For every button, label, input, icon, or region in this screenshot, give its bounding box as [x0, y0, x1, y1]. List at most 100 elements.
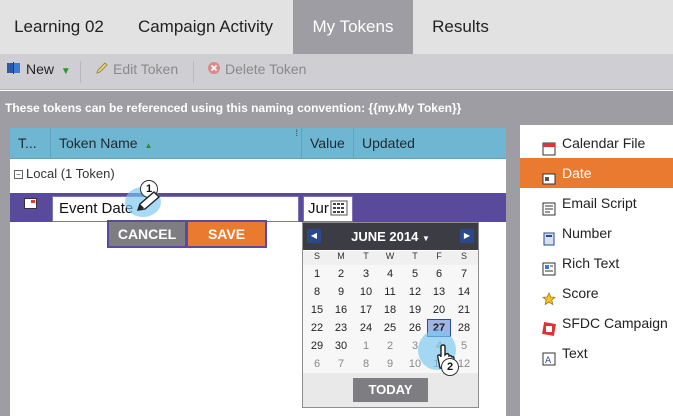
column-token-name-label: Token Name [59, 135, 138, 151]
calendar-day[interactable]: 28 [452, 319, 476, 337]
tab-results[interactable]: Results [413, 0, 508, 54]
group-label: Local (1 Token) [26, 166, 115, 181]
calendar-day[interactable]: 6 [305, 355, 329, 373]
month-dropdown-icon: ▼ [421, 234, 430, 243]
calendar-picker-icon[interactable] [330, 200, 348, 216]
save-button[interactable]: SAVE [188, 222, 265, 246]
rich-text-icon [542, 256, 556, 276]
token-type-label: Calendar File [562, 135, 646, 151]
toolbar-divider [193, 61, 194, 83]
column-value[interactable]: Value [302, 128, 354, 159]
prev-month-icon[interactable]: ◀ [307, 229, 321, 243]
step-callout-2: 2 [441, 358, 459, 376]
column-token-name[interactable]: Token Name ▲ ⁞ [51, 128, 302, 159]
calendar-day[interactable]: 2 [329, 265, 353, 283]
edit-token-label: Edit Token [113, 61, 179, 77]
delete-icon [207, 55, 221, 85]
calendar-day[interactable]: 21 [452, 301, 476, 319]
token-type-label: Number [562, 225, 612, 241]
token-type-email-script[interactable]: Email Script [520, 188, 673, 218]
calendar-day[interactable]: 2 [378, 337, 402, 355]
token-type-date[interactable]: Date [520, 158, 673, 188]
calendar-day[interactable]: 25 [378, 319, 402, 337]
tab-campaign-activity[interactable]: Campaign Activity [118, 0, 293, 54]
new-button[interactable]: New ▼ [6, 54, 71, 90]
calendar-day[interactable]: 8 [305, 283, 329, 301]
calendar-week: 15 16 17 18 19 20 21 [303, 301, 478, 319]
calendar-day[interactable]: 30 [329, 337, 353, 355]
weekday-header: S M T W T F S [303, 251, 478, 265]
calendar-day[interactable]: 4 [378, 265, 402, 283]
calendar-day[interactable]: 10 [354, 283, 378, 301]
token-type-label: SFDC Campaign [562, 315, 668, 331]
calendar-day[interactable]: 11 [378, 283, 402, 301]
tab-my-tokens[interactable]: My Tokens [293, 0, 413, 54]
token-type-rich-text[interactable]: Rich Text [520, 248, 673, 278]
calendar-day[interactable]: 23 [329, 319, 353, 337]
calendar-day[interactable]: 9 [329, 283, 353, 301]
token-type-label: Rich Text [562, 255, 620, 271]
calendar-week: 1234567 [303, 265, 478, 283]
edit-token-button[interactable]: Edit Token [95, 54, 178, 90]
calendar-day[interactable]: 24 [354, 319, 378, 337]
calendar-day[interactable]: 3 [354, 265, 378, 283]
weekday-label: T [363, 251, 369, 261]
calendar-day[interactable]: 12 [403, 283, 427, 301]
calendar-day[interactable]: 8 [354, 355, 378, 373]
calendar-day[interactable]: 15 [305, 301, 329, 319]
token-type-sfdc-campaign[interactable]: SFDC Campaign [520, 308, 673, 338]
score-icon [541, 286, 557, 306]
calendar-day[interactable]: 20 [427, 301, 451, 319]
token-type-text[interactable]: A Text [520, 338, 673, 368]
calendar-day[interactable]: 9 [378, 355, 402, 373]
tab-learning-02[interactable]: Learning 02 [0, 0, 118, 54]
calendar-day[interactable]: 14 [452, 283, 476, 301]
token-type-list: Calendar File Date Email Script Number Rich … [520, 125, 673, 416]
dropdown-arrow-icon: ▼ [60, 66, 71, 77]
calendar-day[interactable]: 19 [403, 301, 427, 319]
token-type-score[interactable]: Score [520, 278, 673, 308]
calendar-day[interactable]: 7 [452, 265, 476, 283]
token-type-number[interactable]: Number [520, 218, 673, 248]
weekday-label: M [337, 251, 345, 261]
pencil-cursor-icon [136, 190, 162, 217]
calendar-day[interactable]: 5 [403, 265, 427, 283]
delete-token-button[interactable]: Delete Token [207, 54, 306, 90]
token-name-input[interactable]: Event Date [52, 196, 299, 222]
toolbar-divider [80, 61, 81, 83]
month-selector[interactable]: JUNE 2014 ▼ [323, 223, 458, 250]
date-picker-header: ◀ JUNE 2014 ▼ ▶ [303, 223, 478, 250]
group-row-local[interactable]: − Local (1 Token) [10, 160, 506, 188]
calendar-day[interactable]: 16 [329, 301, 353, 319]
collapse-icon[interactable]: − [14, 170, 23, 180]
weekday-label: S [460, 251, 467, 261]
date-picker: ◀ JUNE 2014 ▼ ▶ S M T W T F S 1234567891… [302, 222, 479, 408]
calendar-day[interactable]: 1 [305, 265, 329, 283]
calendar-day[interactable]: 22 [305, 319, 329, 337]
column-resize-grip-icon[interactable]: ⁞ [295, 118, 298, 149]
date-token-icon [24, 198, 37, 209]
calendar-week: 22 23 24 25 26 27 28 [303, 319, 478, 337]
column-updated[interactable]: Updated [354, 128, 506, 159]
sort-ascending-icon: ▲ [144, 141, 153, 150]
calendar-day[interactable]: 6 [427, 265, 451, 283]
column-type[interactable]: T... [10, 128, 51, 159]
calendar-day[interactable]: 29 [305, 337, 329, 355]
book-icon [6, 55, 22, 85]
calendar-day[interactable]: 18 [378, 301, 402, 319]
token-type-label: Score [562, 285, 599, 301]
grid-header: T... Token Name ▲ ⁞ Value Updated [10, 128, 506, 159]
token-type-calendar-file[interactable]: Calendar File [520, 128, 673, 158]
calendar-day[interactable]: 7 [329, 355, 353, 373]
cancel-button[interactable]: CANCEL [109, 222, 185, 246]
calendar-day[interactable]: 13 [427, 283, 451, 301]
today-button[interactable]: TODAY [353, 378, 428, 402]
calendar-day[interactable]: 17 [354, 301, 378, 319]
calendar-day[interactable]: 1 [354, 337, 378, 355]
toolbar: New ▼ Edit Token Delete Token [0, 54, 673, 90]
token-type-label: Date [562, 165, 592, 181]
next-month-icon[interactable]: ▶ [460, 229, 474, 243]
delete-token-label: Delete Token [225, 61, 307, 77]
weekday-label: T [412, 251, 418, 261]
month-title: JUNE 2014 [351, 229, 419, 244]
